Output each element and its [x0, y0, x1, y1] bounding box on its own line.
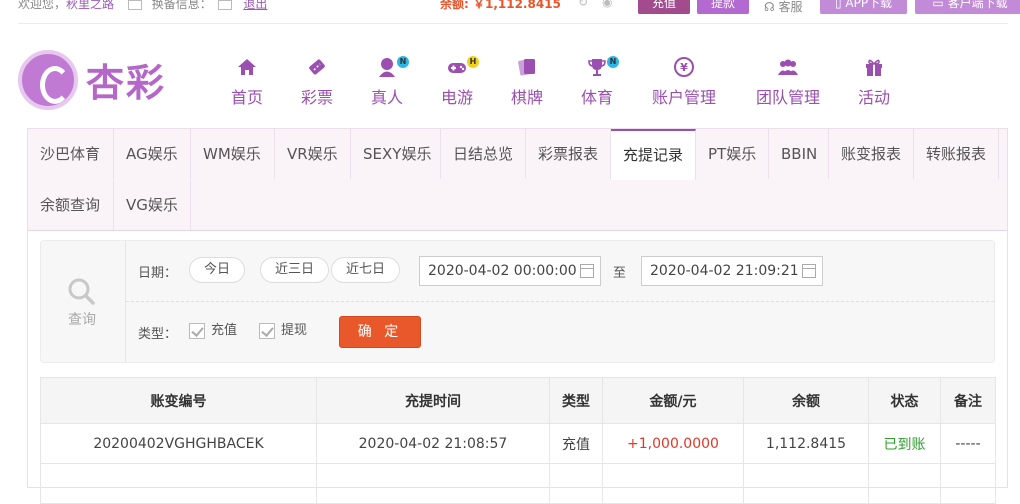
trophy-icon — [588, 59, 606, 76]
search-icon — [68, 278, 95, 305]
report-tabs: 沙巴体育 AG娱乐 WM娱乐 VR娱乐 SEXY娱乐 日结总览 彩票报表 充提记… — [28, 129, 1007, 231]
cell-status: 已到账 — [868, 423, 941, 464]
nav-promotions[interactable]: 活动 — [858, 56, 890, 108]
header-divider — [18, 23, 1008, 24]
gamepad-icon — [448, 63, 466, 73]
col-balance: 余额 — [743, 377, 869, 424]
customer-service-link[interactable]: ☊ 客服 — [764, 0, 803, 14]
date-label: 日期： — [138, 266, 178, 281]
withdraw-checkbox[interactable]: 提现 — [259, 322, 307, 340]
site-logo[interactable]: 杏彩 — [18, 50, 178, 112]
username-link[interactable]: 秋里之路 — [66, 0, 114, 11]
tab-vg[interactable]: VG娱乐 — [114, 180, 191, 230]
yen-icon: ¥ — [674, 57, 694, 77]
tab-balance-query[interactable]: 余额查询 — [28, 180, 114, 230]
message-icon — [217, 0, 232, 10]
tab-ag[interactable]: AG娱乐 — [114, 129, 191, 179]
dealer-icon — [379, 58, 395, 77]
ticket-icon — [309, 59, 325, 75]
records-table: 账变编号 充提时间 类型 金额/元 余额 状态 备注 20200402VGHGH… — [40, 377, 996, 504]
confirm-button[interactable]: 确 定 — [339, 316, 421, 348]
svg-text:¥: ¥ — [680, 61, 688, 74]
mail-icon[interactable] — [127, 0, 142, 10]
checkbox-check-icon — [189, 322, 205, 339]
logout-link[interactable]: 退出 — [243, 0, 267, 11]
cell-type: 充值 — [549, 423, 603, 464]
col-amount: 金额/元 — [602, 377, 744, 424]
filter-panel: 查询 日期： 今日 近三日 近七日 2020-04-02 00:00:00 至 … — [40, 240, 995, 363]
phone-icon: ▯ — [834, 0, 842, 10]
tab-vr[interactable]: VR娱乐 — [275, 129, 351, 179]
nav-sports[interactable]: N 体育 — [581, 56, 619, 108]
type-label: 类型： — [138, 327, 178, 342]
nav-home[interactable]: 首页 — [231, 56, 263, 108]
cell-balance: 1,112.8415 — [743, 423, 869, 464]
cell-remark: ----- — [940, 423, 996, 464]
main-panel: 沙巴体育 AG娱乐 WM娱乐 VR娱乐 SEXY娱乐 日结总览 彩票报表 充提记… — [27, 128, 1008, 504]
to-label: 至 — [613, 266, 627, 281]
tab-wm[interactable]: WM娱乐 — [191, 129, 275, 179]
calendar-icon[interactable] — [802, 264, 816, 278]
client-download-button[interactable]: ▭ 客户端下载 — [915, 0, 1020, 14]
table-row: 20200402VGHGHBACEK 2020-04-02 21:08:57 充… — [40, 423, 996, 464]
balance-text: 余额: ￥1,112.8415 — [440, 0, 561, 11]
hide-balance-icon[interactable]: ◉ — [602, 0, 612, 9]
logo-emblem-icon — [18, 50, 78, 110]
checkbox-check-icon — [259, 322, 275, 339]
new-badge: N — [397, 56, 409, 68]
home-icon — [238, 59, 256, 75]
new-badge: N — [607, 56, 619, 68]
tab-bbin[interactable]: BBIN — [769, 129, 829, 179]
cell-amount: +1,000.0000 — [602, 423, 744, 464]
nav-team[interactable]: 团队管理 — [754, 56, 822, 108]
recharge-button[interactable]: 充值 — [638, 0, 690, 14]
calendar-icon[interactable] — [580, 264, 594, 278]
cell-id: 20200402VGHGHBACEK — [40, 423, 317, 464]
table-header-row: 账变编号 充提时间 类型 金额/元 余额 状态 备注 — [40, 377, 996, 424]
cards-icon — [518, 59, 535, 76]
hot-badge: H — [467, 56, 479, 68]
refresh-icon[interactable]: ↻ — [578, 0, 588, 9]
top-bar: 欢迎您，秋里之路 换备信息： 退出 余额: ￥1,112.8415 ↻ ◉ 充值… — [0, 0, 1020, 14]
tab-pt[interactable]: PT娱乐 — [696, 129, 769, 179]
filter-row-divider — [126, 301, 994, 302]
nav-live[interactable]: N 真人 — [371, 56, 409, 108]
monitor-icon: ▭ — [932, 0, 944, 10]
last-7-days-button[interactable]: 近七日 — [331, 257, 401, 283]
cell-time: 2020-04-02 21:08:57 — [316, 423, 550, 464]
last-3-days-button[interactable]: 近三日 — [260, 257, 330, 283]
logo-text: 杏彩 — [86, 61, 167, 105]
query-label: 查询 — [68, 312, 96, 328]
table-row — [40, 463, 996, 504]
tab-account-change[interactable]: 账变报表 — [829, 129, 914, 179]
nav-chess[interactable]: 棋牌 — [511, 56, 543, 108]
tab-transfer-report[interactable]: 转账报表 — [914, 129, 999, 179]
withdraw-button[interactable]: 提款 — [697, 0, 749, 14]
nav-egame[interactable]: H 电游 — [441, 56, 479, 108]
tab-sexy[interactable]: SEXY娱乐 — [351, 129, 441, 179]
today-button[interactable]: 今日 — [189, 257, 246, 283]
tab-daily-summary[interactable]: 日结总览 — [441, 129, 526, 179]
start-date-input[interactable]: 2020-04-02 00:00:00 — [419, 256, 601, 286]
col-time: 充提时间 — [316, 377, 550, 424]
nav-account[interactable]: ¥ 账户管理 — [650, 56, 718, 108]
greeting: 欢迎您，秋里之路 换备信息： 退出 — [18, 0, 267, 12]
col-status: 状态 — [868, 377, 941, 424]
gift-icon — [866, 59, 882, 76]
col-type: 类型 — [549, 377, 603, 424]
tab-lottery-report[interactable]: 彩票报表 — [526, 129, 611, 179]
tab-deposit-withdraw[interactable]: 充提记录 — [611, 129, 696, 180]
recharge-checkbox[interactable]: 充值 — [189, 322, 237, 340]
nav-lottery[interactable]: 彩票 — [301, 56, 333, 108]
app-download-button[interactable]: ▯ APP下载 — [820, 0, 907, 14]
end-date-input[interactable]: 2020-04-02 21:09:21 — [641, 256, 823, 286]
team-icon — [778, 59, 798, 75]
col-remark: 备注 — [940, 377, 996, 424]
col-id: 账变编号 — [40, 377, 317, 424]
headset-icon: ☊ — [764, 0, 775, 14]
tab-saba-sports[interactable]: 沙巴体育 — [28, 129, 114, 179]
